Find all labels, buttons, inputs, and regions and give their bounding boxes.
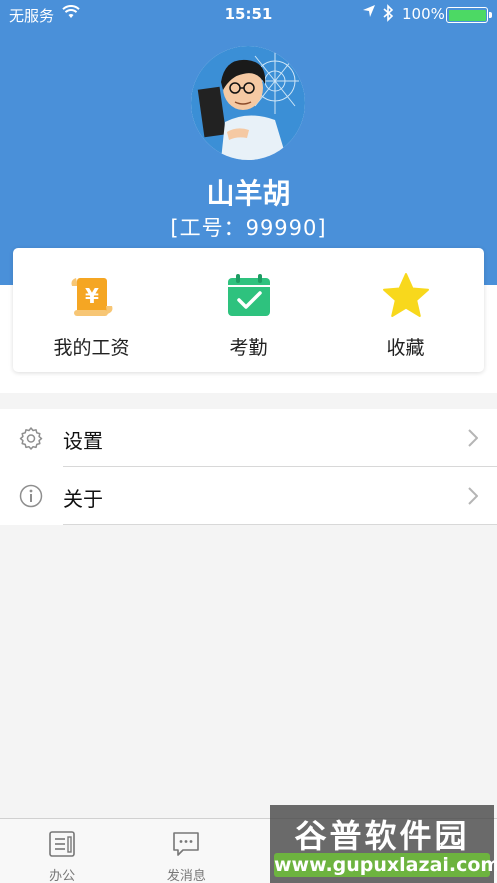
tab-label: 发消息 — [166, 869, 206, 883]
battery-icon — [446, 7, 492, 23]
battery-percent: 100% — [402, 5, 445, 23]
employee-id: [工号：99990] — [170, 216, 327, 240]
battery-nub — [489, 12, 492, 18]
divider — [63, 524, 497, 525]
message-icon — [171, 829, 201, 859]
office-icon — [47, 829, 77, 859]
tab-office[interactable]: 办公 — [0, 819, 124, 883]
bluetooth-icon — [382, 4, 394, 26]
quick-action-attendance[interactable]: 考勤 — [170, 248, 327, 372]
chevron-right-icon — [468, 487, 479, 505]
settings-menu: 设置 关于 — [0, 409, 497, 525]
quick-action-label: 考勤 — [229, 337, 268, 359]
calendar-check-icon — [225, 272, 273, 320]
gear-icon — [19, 426, 43, 450]
quick-action-salary[interactable]: ¥ 我的工资 — [13, 248, 170, 372]
quick-action-label: 我的工资 — [53, 337, 130, 359]
svg-text:¥: ¥ — [85, 284, 99, 308]
info-icon — [19, 484, 43, 508]
battery-level-fill — [448, 9, 486, 21]
tab-send-message[interactable]: 发消息 — [124, 819, 248, 883]
quick-actions-card: ¥ 我的工资 考勤 收藏 — [13, 248, 484, 372]
watermark-url: www.gupuxlazai.com — [274, 853, 497, 877]
location-arrow-icon — [362, 4, 376, 22]
watermark: 谷普软件园 www.gupuxlazai.com — [270, 805, 497, 883]
avatar[interactable] — [191, 46, 305, 160]
menu-row-settings[interactable]: 设置 — [0, 409, 497, 467]
quick-action-favorites[interactable]: 收藏 — [327, 248, 484, 372]
salary-scroll-icon: ¥ — [68, 272, 116, 320]
quick-action-label: 收藏 — [386, 337, 425, 359]
star-icon — [382, 272, 430, 320]
status-bar: 无服务 15:51 100% — [0, 0, 497, 28]
menu-label: 设置 — [63, 429, 103, 453]
menu-label: 关于 — [63, 487, 103, 511]
watermark-title: 谷普软件园 — [294, 817, 470, 855]
menu-row-about[interactable]: 关于 — [0, 467, 497, 525]
tab-label: 办公 — [49, 869, 76, 883]
profile-name: 山羊胡 — [206, 177, 291, 210]
chevron-right-icon — [468, 429, 479, 447]
